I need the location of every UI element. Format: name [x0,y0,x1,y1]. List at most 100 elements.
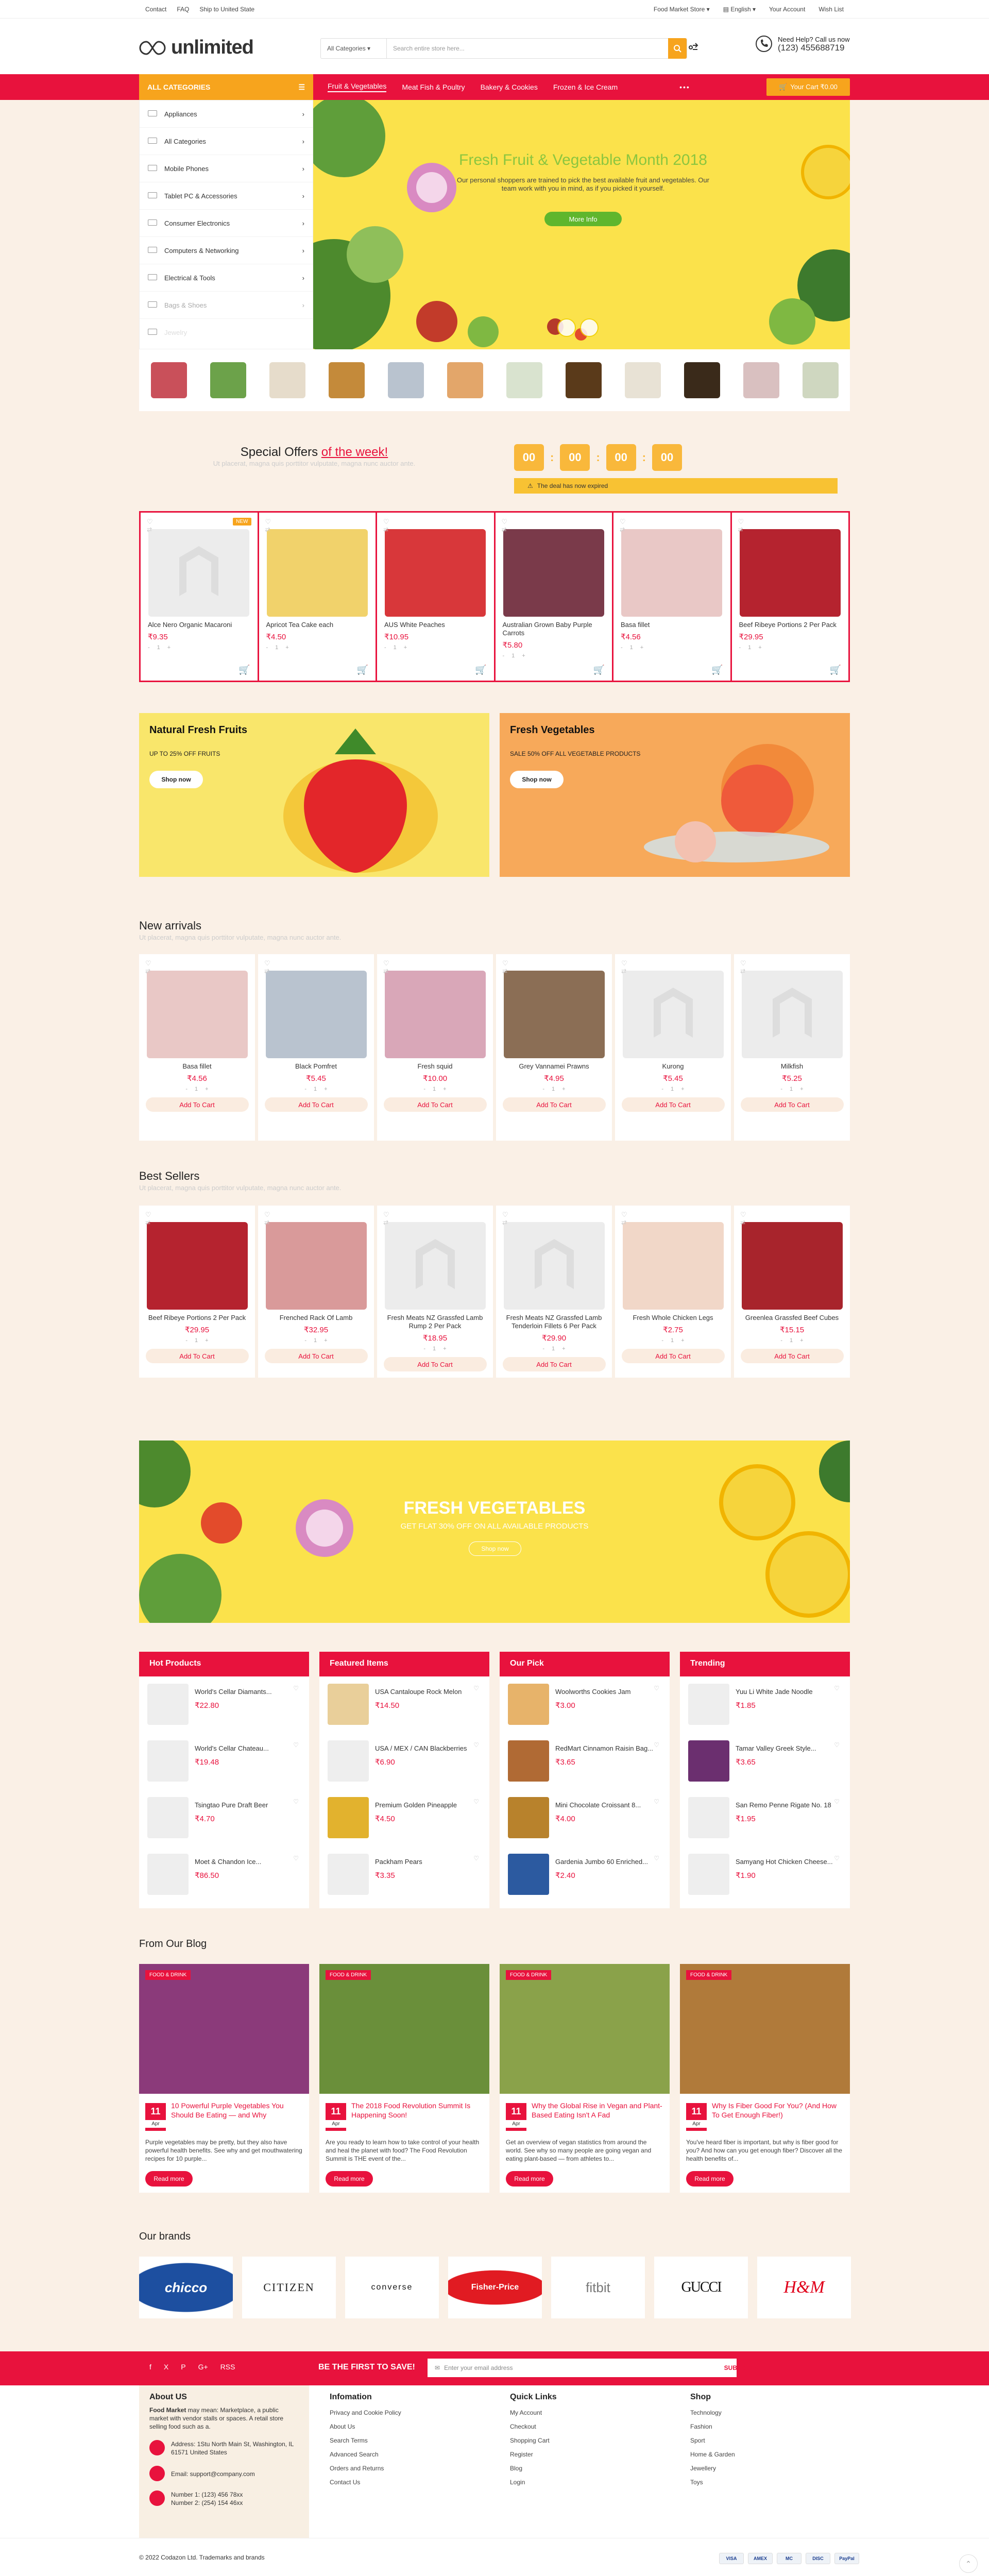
heart-icon[interactable]: ♡ [621,959,628,967]
quantity-stepper[interactable]: -1 + [619,1337,727,1344]
category-thumb[interactable] [506,362,542,398]
heart-icon[interactable]: ♡ [654,1798,659,1805]
product-name[interactable]: World's Cellar Chateau... [195,1744,269,1752]
product-card[interactable]: ♡ ⇄ Beef Ribeye Portions 2 Per Pack ₹29.95 -… [139,1206,255,1378]
heart-icon[interactable]: ♡ [654,1741,659,1749]
sidebar-item-tablet[interactable]: Tablet PC & Accessories › [140,182,313,210]
list-item[interactable]: USA Cantaloupe Rock Melon ₹14.50 ♡ [319,1676,489,1733]
heart-icon[interactable]: ♡ [145,959,152,967]
add-to-cart-button[interactable]: Add To Cart [264,1349,368,1363]
heart-icon[interactable]: ♡ [473,1855,479,1862]
footer-link[interactable]: Fashion [690,2423,735,2430]
product-name[interactable]: Beef Ribeye Portions 2 Per Pack [736,621,845,629]
category-thumb[interactable] [447,362,483,398]
product-card[interactable]: ♡ ⇄ Fresh Meats NZ Grassfed Lamb Rump 2 Pe… [377,1206,493,1378]
product-image[interactable] [146,1222,248,1310]
fresh-vegetables-banner[interactable]: FRESH VEGETABLES GET FLAT 30% OFF ON ALL… [139,1440,850,1623]
product-name[interactable]: Gardenia Jumbo 60 Enriched... [555,1858,648,1866]
wishlist-link[interactable]: Wish List [819,6,844,13]
quantity-stepper[interactable]: -1 + [738,1337,846,1344]
footer-link[interactable]: About Us [330,2423,401,2430]
search-category-select[interactable]: All Categories ▾ [321,39,387,58]
plus-icon[interactable]: + [681,1086,684,1092]
product-card[interactable]: ♡ ⇄ Fresh Whole Chicken Legs ₹2.75- 1 + Add To… [615,1206,731,1378]
list-item[interactable]: San Remo Penne Rigate No. 18 ₹1.95 ♡ [680,1790,850,1846]
category-thumb[interactable] [387,362,424,398]
heart-icon[interactable]: ♡ [473,1685,479,1692]
footer-link[interactable]: Privacy and Cookie Policy [330,2409,401,2416]
plus-icon[interactable]: + [205,1337,208,1344]
blog-tag[interactable]: FOOD & DRINK [326,1970,371,1980]
quantity-stepper[interactable]: -1 + [619,1086,727,1092]
plus-icon[interactable]: + [443,1086,446,1092]
product-image[interactable] [503,1222,605,1310]
blog-title[interactable]: Why Is Fiber Good For You? (And How To G… [712,2101,844,2120]
search-button[interactable] [668,38,687,59]
product-image[interactable] [146,971,248,1058]
heart-icon[interactable]: ♡ [145,1211,152,1218]
product-name[interactable]: Apricot Tea Cake each [263,621,372,629]
minus-icon[interactable]: - [661,1337,663,1344]
minus-icon[interactable]: - [542,1086,544,1092]
product-name[interactable]: USA Cantaloupe Rock Melon [375,1688,462,1696]
minus-icon[interactable]: - [661,1086,663,1092]
heart-icon[interactable]: ♡ [740,959,747,967]
product-name[interactable]: World's Cellar Diamants... [195,1688,272,1696]
product-name[interactable]: Mini Chocolate Croissant 8... [555,1801,641,1809]
product-card[interactable]: ♡ ⇄ Kurong ₹5.45- 1 + Add To Cart [615,954,731,1141]
product-image[interactable] [385,529,486,617]
search-input[interactable]: Search entire store here... [387,45,668,52]
footer-link[interactable]: Advanced Search [330,2451,401,2458]
list-item[interactable]: Mini Chocolate Croissant 8... ₹4.00 ♡ [500,1790,670,1846]
contact-link[interactable]: Contact [145,6,166,13]
sidebar-item-electronics[interactable]: Consumer Electronics › [140,210,313,237]
product-name[interactable]: RedMart Cinnamon Raisin Bag... [555,1744,653,1752]
blog-title[interactable]: The 2018 Food Revolution Summit Is Happe… [351,2101,483,2120]
quantity-stepper[interactable]: -1 + [262,1337,370,1344]
blog-title[interactable]: 10 Powerful Purple Vegetables You Should… [171,2101,303,2120]
footer-link[interactable]: Technology [690,2409,735,2416]
product-card[interactable]: ♡ ⇄ Black Pomfret ₹5.45- 1 + Add To Cart [258,954,374,1141]
plus-icon[interactable]: + [562,1346,565,1352]
footer-link[interactable]: Blog [510,2465,557,2472]
product-image[interactable] [148,529,250,617]
subscribe-button[interactable]: SUBSCRIBE [709,2360,776,2376]
minus-icon[interactable]: - [304,1086,306,1092]
compare-icon[interactable]: ⇄ [145,1219,150,1226]
product-name[interactable]: Yuu Li White Jade Noodle [736,1688,813,1696]
heart-icon[interactable]: ♡ [473,1741,479,1749]
read-more-button[interactable]: Read more [506,2171,553,2187]
list-item[interactable]: Moet & Chandon Ice... ₹86.50 ♡ [139,1846,309,1903]
quantity-stepper[interactable]: -1 + [500,653,608,659]
newsletter-email-input[interactable]: ✉ Enter your email address [428,2359,737,2377]
account-link[interactable]: Your Account [769,6,805,13]
category-thumb[interactable] [624,362,661,398]
plus-icon[interactable]: + [404,645,407,651]
product-card[interactable]: ♡ ⇄ Fresh Meats NZ Grassfed Lamb Tenderloi… [496,1206,612,1378]
product-name[interactable]: Basa fillet [618,621,726,629]
list-item[interactable]: World's Cellar Chateau... ₹19.48 ♡ [139,1733,309,1790]
google-plus-icon[interactable]: G+ [198,2363,208,2371]
cart-icon[interactable]: 🛒 [357,665,368,675]
category-thumb[interactable] [150,362,187,398]
sidebar-item-computers[interactable]: Computers & Networking › [140,237,313,264]
product-thumb[interactable] [328,1740,369,1782]
footer-link[interactable]: Login [510,2479,557,2486]
compare-icon[interactable]: ⇄ [145,968,150,975]
product-name[interactable]: Grey Vannamei Prawns [500,1062,608,1071]
minus-icon[interactable]: - [780,1086,782,1092]
product-name[interactable]: Greenlea Grassfed Beef Cubes [738,1314,846,1322]
list-item[interactable]: RedMart Cinnamon Raisin Bag... ₹3.65 ♡ [500,1733,670,1790]
quantity-stepper[interactable]: -1 + [263,645,372,651]
product-name[interactable]: Samyang Hot Chicken Cheese... [736,1858,833,1866]
add-to-cart-button[interactable]: Add To Cart [383,1357,487,1371]
heart-icon[interactable]: ♡ [654,1685,659,1692]
banner-fruits-shop-button[interactable]: Shop now [149,771,203,788]
compare-icon[interactable]: ⇄ [264,968,269,975]
minus-icon[interactable]: - [423,1086,425,1092]
product-card[interactable]: ♡ ⇄ Milkfish ₹5.25- 1 + Add To Cart [734,954,850,1141]
category-thumb[interactable] [802,362,839,398]
back-to-top-button[interactable]: ⌃ [959,2554,978,2573]
banner-veg-shop-button[interactable]: Shop now [510,771,564,788]
minus-icon[interactable]: - [148,645,150,651]
